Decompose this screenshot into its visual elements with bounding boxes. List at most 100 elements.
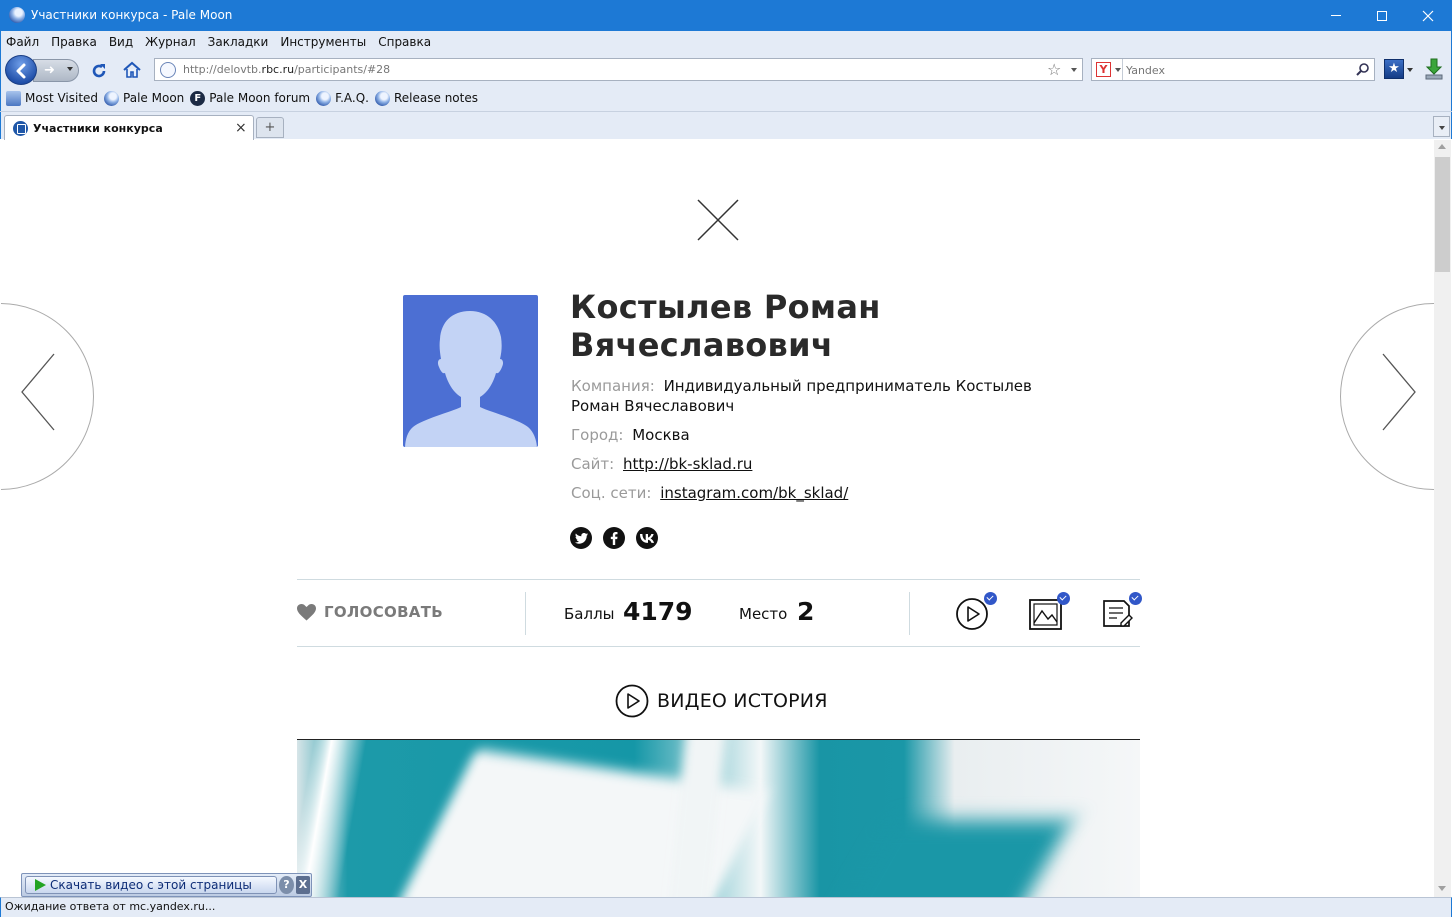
site-link[interactable]: http://bk-sklad.ru	[623, 455, 752, 473]
twitter-icon	[574, 532, 588, 544]
menu-bookmarks[interactable]: Закладки	[208, 35, 269, 51]
social-label: Соц. сети:	[571, 484, 652, 502]
play-icon	[35, 879, 46, 891]
most-visited-icon	[6, 90, 21, 106]
close-window-button[interactable]	[1405, 0, 1451, 31]
tab-participants[interactable]: Участники конкурса ×	[4, 115, 254, 140]
bookmark-most-visited[interactable]: Most Visited	[6, 90, 98, 106]
reload-icon[interactable]	[90, 62, 108, 80]
download-icon[interactable]	[1424, 57, 1444, 81]
bookmark-pale-moon-forum[interactable]: F Pale Moon forum	[190, 90, 310, 106]
bookmarks-menu-button[interactable]: ★	[1384, 59, 1404, 79]
social-info: Соц. сети: instagram.com/bk_sklad/	[571, 483, 1051, 503]
vote-button[interactable]: ГОЛОСОВАТЬ	[297, 603, 443, 621]
page-viewport: Костылев Роман Вячеславович Компания: Ин…	[1, 140, 1434, 897]
menu-tools[interactable]: Инструменты	[280, 35, 366, 51]
home-icon[interactable]	[122, 61, 142, 79]
play-circle-icon	[615, 684, 649, 718]
checkmark-icon	[1057, 592, 1070, 605]
menu-help[interactable]: Справка	[378, 35, 431, 51]
history-dropdown-icon[interactable]	[67, 67, 73, 71]
search-input[interactable]	[1126, 62, 1346, 78]
tab-close-icon[interactable]: ×	[235, 120, 247, 136]
bookmarks-toolbar: Most Visited Pale Moon F Pale Moon forum …	[0, 88, 484, 108]
bookmark-faq[interactable]: F.A.Q.	[316, 90, 369, 106]
facebook-share-button[interactable]	[603, 527, 625, 549]
search-bar: Y	[1091, 58, 1375, 81]
search-engine-dropdown-icon[interactable]	[1115, 68, 1121, 72]
site-favicon-icon	[13, 121, 28, 136]
faq-globe-icon	[316, 90, 332, 106]
release-notes-globe-icon	[375, 90, 390, 106]
status-bar: Ожидание ответа от mc.yandex.ru...	[0, 897, 1452, 917]
next-participant-button[interactable]	[1340, 303, 1434, 490]
url-bar[interactable]: http://delovtb.rbc.ru/participants/#28 ☆	[154, 58, 1083, 81]
minimize-icon	[1331, 15, 1341, 16]
checkmark-icon	[984, 592, 997, 605]
back-arrow-icon	[16, 63, 26, 79]
bookmark-star-icon[interactable]: ☆	[1047, 60, 1061, 79]
url-text[interactable]: http://delovtb.rbc.ru/participants/#28	[183, 63, 390, 76]
bookmarks-dropdown-icon[interactable]	[1407, 68, 1413, 72]
new-tab-button[interactable]: +	[256, 117, 284, 138]
forward-arrow-icon: ➜	[44, 63, 55, 78]
download-video-button[interactable]: Скачать видео с этой страницы	[25, 876, 277, 894]
video-story-title: ВИДЕО ИСТОРИЯ	[657, 690, 828, 712]
menu-file[interactable]: Файл	[6, 35, 39, 51]
close-toolbar-button[interactable]: X	[296, 876, 310, 894]
site-info: Сайт: http://bk-sklad.ru	[571, 454, 1051, 474]
back-button[interactable]	[5, 55, 37, 85]
document-material-button[interactable]	[1100, 592, 1142, 634]
minimize-button[interactable]	[1313, 0, 1359, 31]
vote-label: ГОЛОСОВАТЬ	[324, 603, 443, 621]
help-button[interactable]: ?	[279, 876, 294, 894]
score-value: 4179	[623, 597, 693, 626]
participant-name: Костылев Роман Вячеславович	[570, 288, 881, 364]
bookmark-release-notes[interactable]: Release notes	[375, 90, 478, 106]
vertical-scrollbar[interactable]	[1434, 140, 1451, 897]
navigation-toolbar: ➜ http://delovtb.rbc.ru/participants/#28…	[0, 54, 1452, 86]
facebook-icon	[610, 531, 618, 545]
company-label: Компания:	[571, 377, 655, 395]
site-identity-icon[interactable]	[160, 62, 176, 78]
title-bar: Участники конкурса - Pale Moon	[0, 0, 1452, 31]
menu-history[interactable]: Журнал	[145, 35, 196, 51]
score-label: Баллы	[564, 605, 615, 623]
photo-material-button[interactable]	[1028, 592, 1070, 634]
scrollbar-thumb[interactable]	[1435, 157, 1450, 272]
yandex-engine-icon[interactable]: Y	[1096, 62, 1111, 77]
video-material-button[interactable]	[955, 592, 997, 634]
previous-participant-button[interactable]	[1, 303, 94, 490]
tab-list-button[interactable]	[1433, 116, 1450, 137]
vk-share-button[interactable]	[636, 527, 658, 549]
close-modal-icon[interactable]	[696, 198, 740, 242]
twitter-share-button[interactable]	[570, 527, 592, 549]
star-icon: ★	[1388, 61, 1400, 76]
download-video-label: Скачать видео с этой страницы	[50, 878, 252, 892]
tab-strip: Участники конкурса × +	[0, 111, 1452, 140]
social-link[interactable]: instagram.com/bk_sklad/	[660, 484, 848, 502]
maximize-icon	[1377, 10, 1387, 21]
menu-edit[interactable]: Правка	[51, 35, 97, 51]
search-icon[interactable]	[1356, 62, 1370, 76]
video-download-toolbar: Скачать видео с этой страницы ? X	[21, 873, 312, 897]
place-label: Место	[739, 605, 788, 623]
video-story-heading: ВИДЕО ИСТОРИЯ	[615, 684, 828, 718]
city-value: Москва	[632, 426, 690, 444]
close-icon	[1422, 10, 1434, 21]
company-info: Компания: Индивидуальный предприниматель…	[571, 376, 1051, 416]
pale-moon-icon	[104, 90, 120, 106]
scroll-up-icon[interactable]	[1438, 144, 1446, 149]
status-text: Ожидание ответа от mc.yandex.ru...	[5, 900, 216, 913]
vk-icon	[640, 533, 654, 543]
menu-view[interactable]: Вид	[109, 35, 133, 51]
share-buttons	[570, 527, 658, 549]
url-history-dropdown-icon[interactable]	[1071, 68, 1077, 72]
maximize-button[interactable]	[1359, 0, 1405, 31]
video-player[interactable]	[297, 739, 1140, 897]
stats-bar: ГОЛОСОВАТЬ Баллы 4179 Место 2	[297, 579, 1142, 647]
forward-button[interactable]: ➜	[33, 59, 79, 82]
bookmark-pale-moon[interactable]: Pale Moon	[104, 90, 184, 106]
site-label: Сайт:	[571, 455, 615, 473]
scroll-down-icon[interactable]	[1438, 886, 1446, 891]
